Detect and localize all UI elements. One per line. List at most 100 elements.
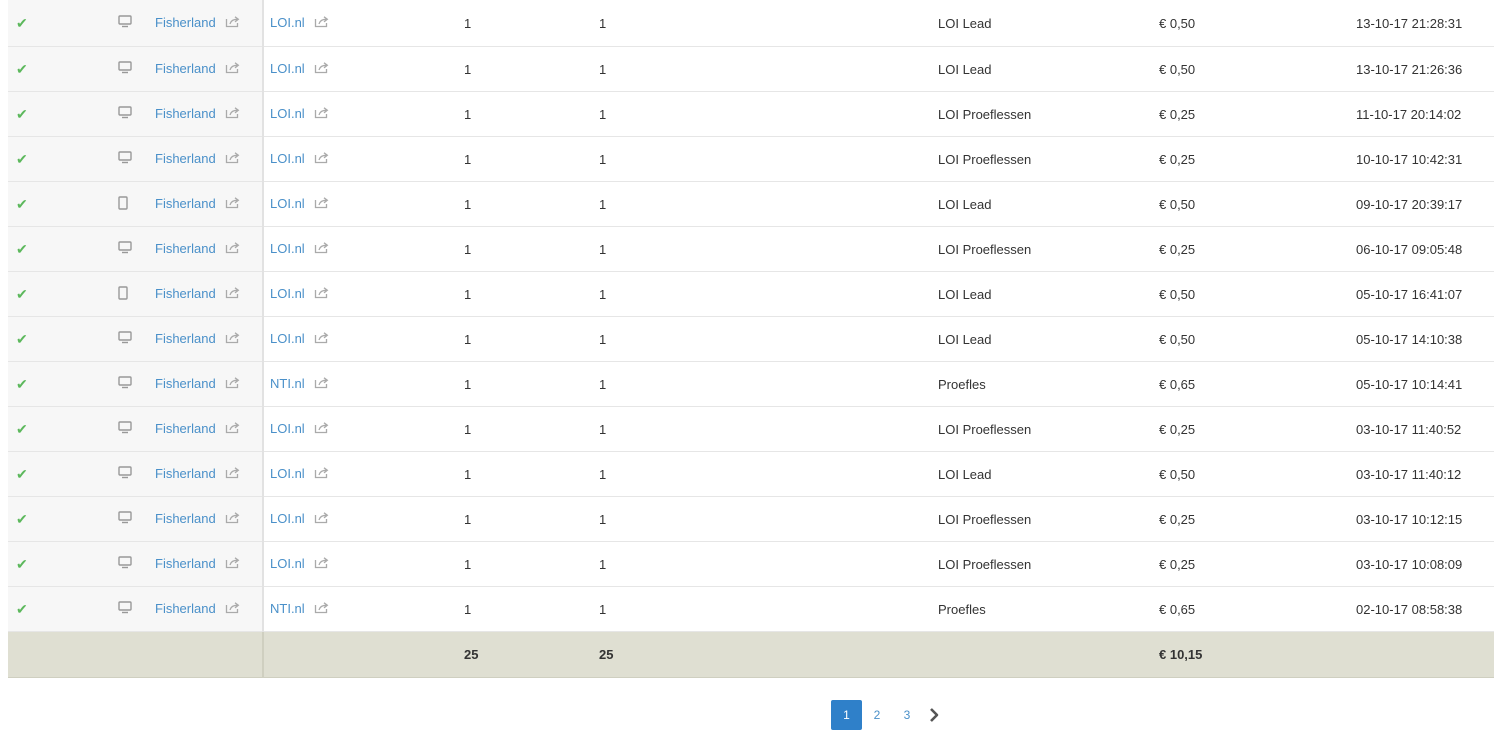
program-cell: LOI.nl (263, 316, 464, 362)
site-cell: Fisherland (155, 271, 264, 317)
date-cell: 13-10-17 21:26:36 (1356, 46, 1494, 92)
check-icon: ✔ (16, 375, 28, 392)
site-link[interactable]: Fisherland (155, 331, 216, 346)
program-link[interactable]: LOI.nl (270, 331, 305, 346)
external-link-icon[interactable] (225, 61, 241, 77)
site-link[interactable]: Fisherland (155, 556, 216, 571)
external-link-icon[interactable] (314, 286, 330, 302)
external-link-icon[interactable] (314, 106, 330, 122)
external-link-icon[interactable] (225, 421, 241, 437)
date-cell: 05-10-17 16:41:07 (1356, 271, 1494, 317)
program-link[interactable]: LOI.nl (270, 241, 305, 256)
program-link[interactable]: LOI.nl (270, 511, 305, 526)
type-cell: LOI Proeflessen (938, 136, 1159, 182)
leads-cell: 1 (599, 136, 938, 182)
program-link[interactable]: LOI.nl (270, 556, 305, 571)
external-link-icon[interactable] (225, 331, 241, 347)
desktop-icon (118, 466, 132, 482)
site-cell: Fisherland (155, 361, 264, 407)
program-link[interactable]: LOI.nl (270, 421, 305, 436)
program-link[interactable]: NTI.nl (270, 376, 305, 391)
external-link-icon[interactable] (225, 511, 241, 527)
type-cell: LOI Proeflessen (938, 91, 1159, 137)
program-link[interactable]: LOI.nl (270, 286, 305, 301)
status-cell: ✔ (8, 496, 108, 542)
external-link-icon[interactable] (314, 241, 330, 257)
type-cell: Proefles (938, 586, 1159, 632)
external-link-icon[interactable] (225, 15, 241, 31)
external-link-icon[interactable] (314, 466, 330, 482)
external-link-icon[interactable] (225, 601, 241, 617)
site-link[interactable]: Fisherland (155, 511, 216, 526)
external-link-icon[interactable] (314, 15, 330, 31)
external-link-icon[interactable] (225, 556, 241, 572)
clicks-cell: 1 (464, 586, 599, 632)
program-link[interactable]: LOI.nl (270, 151, 305, 166)
page-2-button[interactable]: 2 (862, 700, 892, 730)
table-body: ✔ Fisherland LOI.nl 1 1 LOI Lead € 0,50 … (8, 0, 1494, 632)
program-link[interactable]: LOI.nl (270, 15, 305, 30)
page-1-button[interactable]: 1 (831, 700, 862, 730)
transactions-table: ✔ Fisherland LOI.nl 1 1 LOI Lead € 0,50 … (8, 0, 1494, 678)
device-cell (108, 271, 155, 317)
program-link[interactable]: NTI.nl (270, 601, 305, 616)
external-link-icon[interactable] (225, 466, 241, 482)
leads-cell: 1 (599, 541, 938, 587)
program-cell: LOI.nl (263, 91, 464, 137)
program-cell: NTI.nl (263, 361, 464, 407)
next-page-button[interactable] (928, 708, 940, 722)
leads-cell: 1 (599, 0, 938, 47)
table-row: ✔ Fisherland LOI.nl 1 1 LOI Proeflessen … (8, 541, 1494, 587)
clicks-cell: 1 (464, 46, 599, 92)
total-leads: 25 (599, 631, 938, 678)
external-link-icon[interactable] (314, 556, 330, 572)
mobile-icon (118, 195, 128, 213)
external-link-icon[interactable] (225, 241, 241, 257)
total-amount: € 10,15 (1159, 631, 1356, 678)
leads-cell: 1 (599, 91, 938, 137)
table-row: ✔ Fisherland LOI.nl 1 1 LOI Lead € 0,50 … (8, 46, 1494, 92)
external-link-icon[interactable] (225, 376, 241, 392)
site-cell: Fisherland (155, 46, 264, 92)
site-link[interactable]: Fisherland (155, 15, 216, 30)
external-link-icon[interactable] (225, 106, 241, 122)
site-link[interactable]: Fisherland (155, 151, 216, 166)
external-link-icon[interactable] (225, 286, 241, 302)
external-link-icon[interactable] (314, 61, 330, 77)
external-link-icon[interactable] (314, 196, 330, 212)
external-link-icon[interactable] (314, 376, 330, 392)
status-cell: ✔ (8, 316, 108, 362)
page-3-button[interactable]: 3 (892, 700, 922, 730)
totals-empty-type (938, 631, 1159, 678)
program-link[interactable]: LOI.nl (270, 466, 305, 481)
desktop-icon (118, 241, 132, 257)
program-link[interactable]: LOI.nl (270, 61, 305, 76)
program-link[interactable]: LOI.nl (270, 196, 305, 211)
external-link-icon[interactable] (314, 151, 330, 167)
external-link-icon[interactable] (314, 421, 330, 437)
external-link-icon[interactable] (225, 196, 241, 212)
site-link[interactable]: Fisherland (155, 196, 216, 211)
program-link[interactable]: LOI.nl (270, 106, 305, 121)
date-cell: 02-10-17 08:58:38 (1356, 586, 1494, 632)
site-link[interactable]: Fisherland (155, 61, 216, 76)
desktop-icon (118, 15, 132, 31)
amount-cell: € 0,65 (1159, 586, 1356, 632)
site-link[interactable]: Fisherland (155, 601, 216, 616)
site-link[interactable]: Fisherland (155, 421, 216, 436)
site-link[interactable]: Fisherland (155, 106, 216, 121)
device-cell (108, 406, 155, 452)
leads-cell: 1 (599, 46, 938, 92)
external-link-icon[interactable] (314, 601, 330, 617)
site-link[interactable]: Fisherland (155, 376, 216, 391)
site-link[interactable]: Fisherland (155, 466, 216, 481)
external-link-icon[interactable] (314, 331, 330, 347)
type-cell: LOI Proeflessen (938, 226, 1159, 272)
site-link[interactable]: Fisherland (155, 286, 216, 301)
amount-cell: € 0,25 (1159, 496, 1356, 542)
external-link-icon[interactable] (225, 151, 241, 167)
site-cell: Fisherland (155, 541, 264, 587)
amount-cell: € 0,50 (1159, 316, 1356, 362)
external-link-icon[interactable] (314, 511, 330, 527)
site-link[interactable]: Fisherland (155, 241, 216, 256)
